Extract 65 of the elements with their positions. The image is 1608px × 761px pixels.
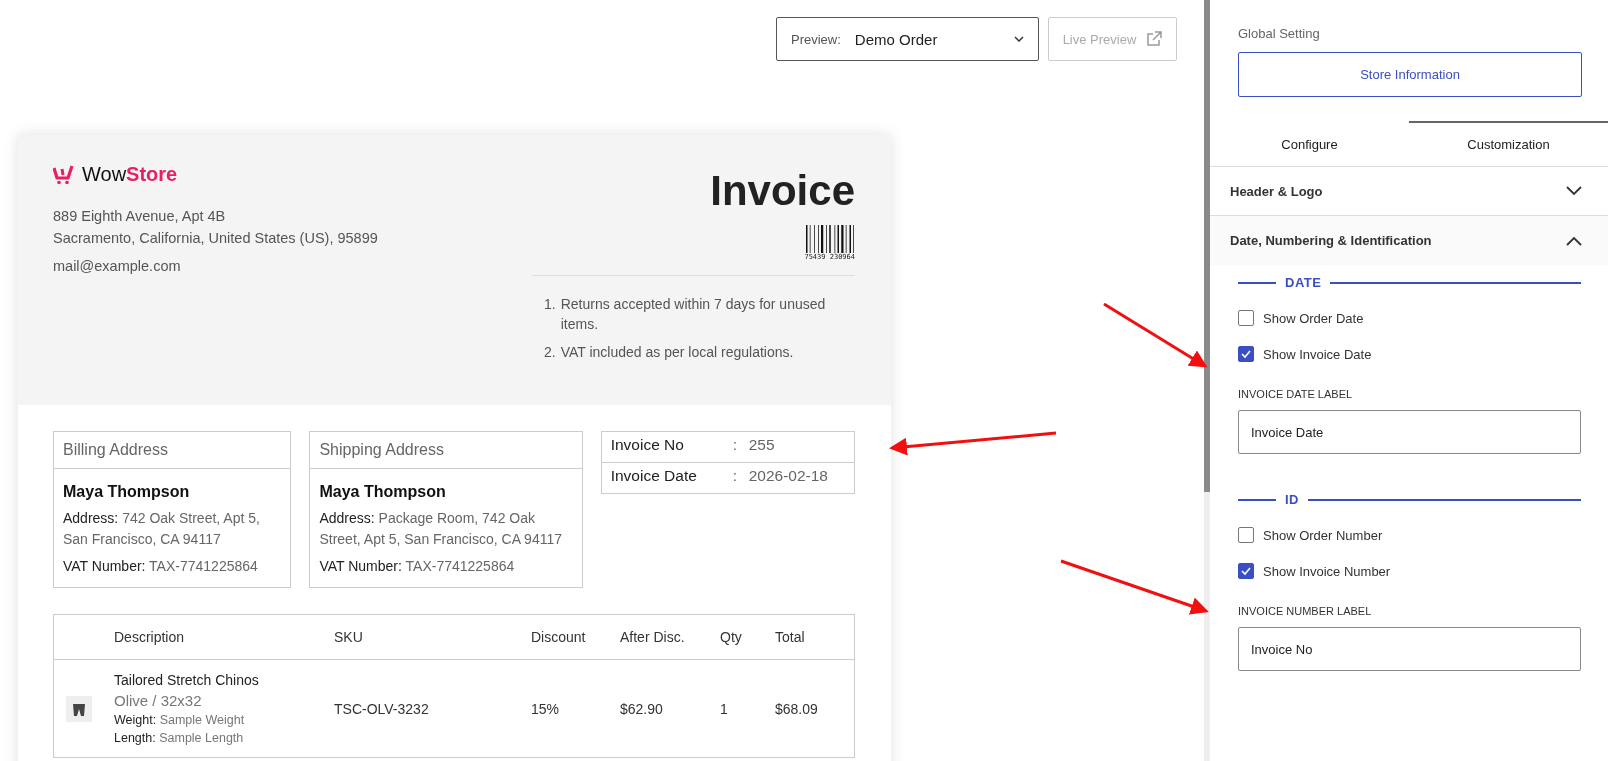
checkbox-label[interactable]: Show Invoice Date [1263,346,1372,362]
address-text: Address: Package Room, 742 Oak Street, Apt 5, San Francisco, CA 94117 [319,509,563,549]
invoice-title: Invoice [710,167,855,215]
qty-cell-text: 1 [720,700,729,717]
preview-value: Demo Order [854,30,939,48]
column-header: Description [114,629,186,645]
note-number: 1. [544,295,556,314]
checkbox-label[interactable]: Show Order Number [1263,527,1383,543]
product-variant: Olive / 32x32 [114,692,203,709]
checkbox[interactable] [1238,563,1254,579]
field-label: INVOICE DATE LABEL [1238,388,1354,400]
meta-label: Invoice No [610,436,685,455]
discount-cell-text: 15% [531,700,561,717]
external-link-icon [1146,31,1163,47]
input-field[interactable]: Invoice No [1238,627,1581,671]
meta-value: 2026-02-18 [748,467,828,486]
store-name: WowStore [82,163,178,186]
store-address-line: 889 Eighth Avenue, Apt 4B [53,208,227,224]
address-text: Address: 742 Oak Street, Apt 5, San Francisco, CA 94117 [63,509,261,549]
chevron-down-icon [1014,36,1024,42]
column-header: After Disc. [620,629,686,645]
column-header: Total [775,629,806,645]
chevron-icon [1566,186,1582,196]
total-cell-text: $68.09 [775,700,819,717]
product-length: Length: Sample Length [114,731,245,745]
global-setting-label: Global Setting [1238,26,1321,41]
column-header: Qty [720,629,743,645]
accordion-header[interactable]: Date, Numbering & Identification [1210,216,1608,265]
store-information-button[interactable]: Store Information [1238,52,1582,97]
meta-label: Invoice Date [610,467,698,486]
customer-name: Maya Thompson [63,482,191,502]
field-label: INVOICE NUMBER LABEL [1238,605,1373,617]
checkbox-label[interactable]: Show Invoice Number [1263,563,1391,579]
customer-name: Maya Thompson [319,482,447,502]
photo-placeholder [66,695,92,722]
checkbox[interactable] [1238,310,1254,326]
scrollbar-thumb[interactable] [1204,0,1210,492]
group-heading: DATE [1285,275,1322,290]
meta-value: 255 [748,436,775,455]
meta-separator: : [732,467,738,486]
preview-label: Preview: [791,31,841,47]
vat-text: VAT Number: TAX-7741225864 [63,557,259,576]
note-text: Returns accepted within 7 days for unused items. [560,295,827,334]
column-header: SKU [334,629,364,645]
preview-select[interactable]: Preview: Demo Order [776,17,1039,61]
store-email: mail@example.com [53,258,182,274]
input-field[interactable]: Invoice Date [1238,410,1581,454]
address-title: Shipping Address [310,432,582,469]
vat-text: VAT Number: TAX-7741225864 [319,557,516,576]
group-heading: ID [1285,492,1299,507]
address-title: Billing Address [54,432,291,469]
logo-icon [53,164,75,185]
product-weight: Weight: Sample Weight [114,713,246,727]
checkbox[interactable] [1238,346,1254,362]
chevron-icon [1566,235,1582,246]
checkbox-label[interactable]: Show Order Date [1263,310,1364,326]
store-address-line: Sacramento, California, United States (US), 95899 [53,230,378,246]
column-header: Discount [531,629,587,645]
sku-cell-text: TSC-OLV-3232 [334,700,430,717]
meta-separator: : [732,436,738,455]
note-number: 2. [544,343,556,362]
checkbox[interactable] [1238,527,1254,543]
product-name: Tailored Stretch Chinos [114,672,260,688]
note-text: VAT included as per local regulations. [560,343,794,362]
after-discount-cell-text: $62.90 [620,700,664,717]
